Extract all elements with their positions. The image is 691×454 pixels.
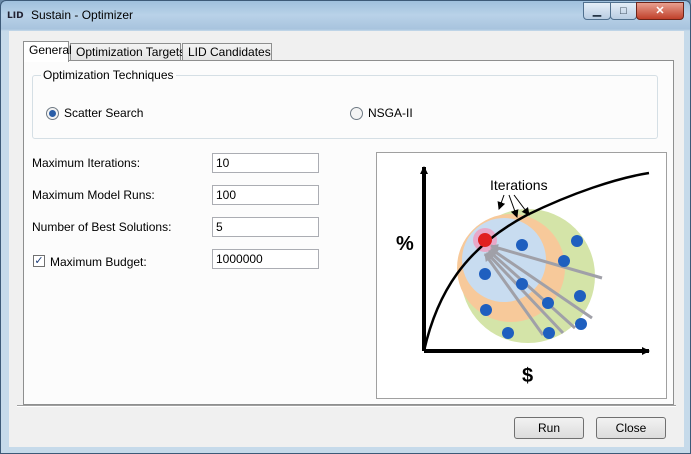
best-solution-dot <box>478 233 492 247</box>
max-budget-checkbox[interactable]: ✓ <box>33 255 45 267</box>
nsga-ii-option[interactable]: NSGA-II <box>350 106 413 120</box>
optimizer-diagram: Iterations % $ <box>376 152 667 399</box>
optimizer-window: LID Sustain - Optimizer ▁ □ ✕ General Op… <box>0 0 691 454</box>
num-best-solutions-label: Number of Best Solutions: <box>32 220 172 234</box>
nsga-ii-label[interactable]: NSGA-II <box>368 106 413 120</box>
title-bar[interactable]: LID Sustain - Optimizer ▁ □ ✕ <box>1 1 690 31</box>
window-title: Sustain - Optimizer <box>31 8 134 22</box>
num-best-solutions-input[interactable] <box>212 217 319 237</box>
minimize-button[interactable]: ▁ <box>583 2 611 20</box>
maximize-button[interactable]: □ <box>610 2 637 20</box>
max-model-runs-label: Maximum Model Runs: <box>32 188 155 202</box>
lid-app-icon: LID <box>7 11 24 21</box>
close-button[interactable]: Close <box>596 417 666 439</box>
run-button[interactable]: Run <box>514 417 584 439</box>
radio-selected-dot <box>49 109 56 117</box>
footer-separator <box>17 405 676 407</box>
group-title: Optimization Techniques <box>41 68 176 82</box>
diagram-svg: Iterations % $ <box>396 166 650 387</box>
nsga-ii-radio[interactable] <box>350 106 363 120</box>
scatter-search-option[interactable]: Scatter Search <box>46 106 143 120</box>
close-window-button[interactable]: ✕ <box>636 2 684 20</box>
max-budget-label[interactable]: Maximum Budget: <box>50 255 147 269</box>
iterations-label: Iterations <box>490 177 548 193</box>
max-iterations-label: Maximum Iterations: <box>32 156 141 170</box>
max-iterations-input[interactable] <box>212 153 319 173</box>
general-tab-panel: Optimization Techniques Scatter Search N… <box>23 60 674 405</box>
scatter-search-radio[interactable] <box>46 106 59 120</box>
dialog-client-area: General Optimization Targets LID Candida… <box>9 31 684 447</box>
optimization-techniques-group: Optimization Techniques Scatter Search N… <box>32 68 658 139</box>
tab-lid-candidates[interactable]: LID Candidates <box>182 43 272 61</box>
scatter-search-label[interactable]: Scatter Search <box>64 106 143 120</box>
max-budget-input[interactable] <box>212 249 319 269</box>
tab-optimization-targets[interactable]: Optimization Targets <box>70 43 185 61</box>
tab-general[interactable]: General <box>23 41 72 62</box>
y-axis-label: % <box>396 233 414 255</box>
max-model-runs-input[interactable] <box>212 185 319 205</box>
x-axis-label: $ <box>522 365 533 387</box>
